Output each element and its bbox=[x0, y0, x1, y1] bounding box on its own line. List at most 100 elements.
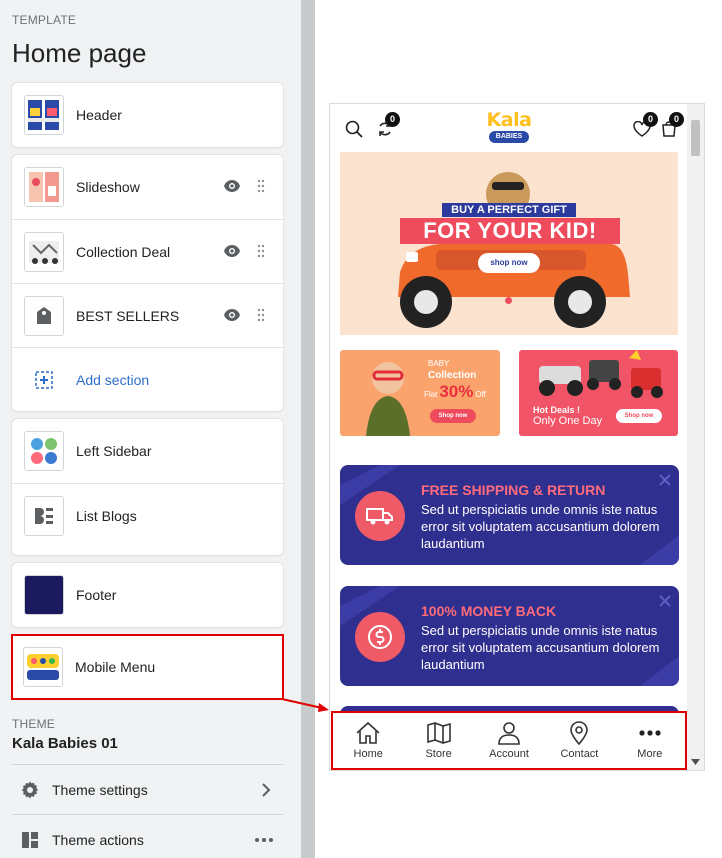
promo-hot-deals[interactable]: Hot Deals ! Only One Day Shop now bbox=[519, 350, 678, 436]
collection-deal-thumbnail bbox=[24, 231, 64, 272]
gear-icon bbox=[21, 781, 39, 798]
blog-icon bbox=[35, 507, 53, 524]
promo-baby-collection[interactable]: BABY Collection Flat 30% Off Shop now bbox=[340, 350, 500, 436]
header-card: Header bbox=[12, 83, 283, 147]
slide-dot[interactable] bbox=[505, 297, 512, 304]
section-header[interactable]: Header bbox=[12, 83, 283, 147]
page-title[interactable]: Home page bbox=[12, 38, 146, 69]
section-label: Collection Deal bbox=[76, 243, 171, 260]
theme-actions-button[interactable]: Theme actions bbox=[12, 814, 283, 858]
store-header: 0 Kala BABIES 0 0 bbox=[330, 104, 688, 152]
mobile-menu-thumbnail bbox=[23, 647, 63, 687]
mobile-bottom-nav: Home Store Account Contact More bbox=[331, 711, 687, 770]
discount-value: 30% bbox=[439, 382, 474, 401]
feature-title: FREE SHIPPING & RETURN bbox=[421, 482, 606, 498]
panel-divider[interactable] bbox=[301, 0, 315, 858]
nav-label: Home bbox=[353, 748, 383, 760]
more-icon bbox=[639, 730, 661, 736]
hero-tagline: BUY A PERFECT GIFT bbox=[442, 203, 576, 217]
drag-handle-icon[interactable] bbox=[257, 179, 265, 193]
promo-shop-button[interactable]: Shop now bbox=[430, 409, 476, 423]
wishlist-count-badge: 0 bbox=[643, 112, 658, 127]
section-collection-deal[interactable]: Collection Deal bbox=[12, 219, 283, 283]
hero-slide[interactable]: BUY A PERFECT GIFT FOR YOUR KID! shop no… bbox=[340, 152, 678, 335]
theme-settings-button[interactable]: Theme settings bbox=[12, 764, 283, 814]
slideshow-thumbnail bbox=[24, 167, 64, 207]
section-left-sidebar[interactable]: Left Sidebar bbox=[12, 419, 283, 483]
cart-count-badge: 0 bbox=[669, 112, 684, 127]
nav-label: Store bbox=[425, 748, 452, 760]
section-mobile-menu[interactable]: Mobile Menu bbox=[13, 636, 282, 698]
section-label: Header bbox=[76, 107, 122, 123]
nav-store[interactable]: Store bbox=[403, 713, 473, 768]
truck-icon bbox=[355, 491, 405, 541]
tag-icon bbox=[37, 306, 51, 324]
section-label: Mobile Menu bbox=[75, 659, 156, 675]
logo-wordmark: Kala bbox=[486, 109, 532, 131]
section-label: Slideshow bbox=[76, 179, 140, 195]
store-logo[interactable]: Kala BABIES bbox=[482, 110, 536, 148]
scroll-down-arrow-icon[interactable] bbox=[691, 759, 700, 765]
section-best-sellers[interactable]: BEST SELLERS bbox=[12, 283, 283, 347]
eye-icon[interactable] bbox=[223, 179, 241, 193]
add-section-icon bbox=[24, 370, 64, 389]
nav-account[interactable]: Account bbox=[474, 713, 544, 768]
template-eyebrow: TEMPLATE bbox=[12, 13, 77, 27]
theme-eyebrow: THEME bbox=[12, 717, 55, 731]
search-icon[interactable] bbox=[345, 120, 363, 138]
drag-handle-icon[interactable] bbox=[257, 244, 265, 258]
user-icon bbox=[498, 722, 520, 745]
section-footer[interactable]: Footer bbox=[12, 563, 283, 627]
feature-money-back: 100% MONEY BACK Sed ut perspiciatis unde… bbox=[340, 586, 679, 686]
nav-more[interactable]: More bbox=[615, 713, 685, 768]
theme-actions-label: Theme actions bbox=[52, 831, 144, 848]
section-label: BEST SELLERS bbox=[76, 307, 180, 324]
scrollbar-thumb[interactable] bbox=[691, 120, 700, 156]
promo-eyebrow: BABY bbox=[428, 359, 450, 368]
discount-prefix: Flat bbox=[424, 390, 438, 399]
eye-icon[interactable] bbox=[223, 244, 241, 258]
hero-shop-button[interactable]: shop now bbox=[478, 253, 540, 273]
section-label: List Blogs bbox=[76, 507, 137, 524]
list-blogs-thumbnail bbox=[24, 495, 64, 536]
more-horizontal-icon[interactable] bbox=[255, 837, 273, 842]
eye-icon[interactable] bbox=[223, 308, 241, 322]
layout-icon bbox=[22, 831, 38, 848]
discount-suffix: Off bbox=[475, 390, 486, 399]
header-thumbnail bbox=[24, 95, 64, 135]
add-section-label: Add section bbox=[76, 371, 150, 388]
sections-card: Slideshow Collection Deal BEST SELLERS A… bbox=[12, 155, 283, 411]
nav-contact[interactable]: Contact bbox=[544, 713, 614, 768]
theme-name: Kala Babies 01 bbox=[12, 735, 118, 752]
drag-handle-icon[interactable] bbox=[257, 308, 265, 322]
nav-label: More bbox=[637, 748, 663, 760]
nav-label: Account bbox=[489, 748, 529, 760]
feature-free-shipping: FREE SHIPPING & RETURN Sed ut perspiciat… bbox=[340, 465, 679, 565]
add-section-button[interactable]: Add section bbox=[12, 347, 283, 411]
section-label: Footer bbox=[76, 587, 117, 603]
feature-description: Sed ut perspiciatis unde omnis iste natu… bbox=[421, 502, 660, 551]
sidebar-blogs-card: Left Sidebar List Blogs bbox=[12, 419, 283, 555]
section-slideshow[interactable]: Slideshow bbox=[12, 155, 283, 219]
footer-thumbnail bbox=[24, 575, 64, 615]
compare-count-badge: 0 bbox=[385, 112, 400, 127]
home-icon bbox=[356, 721, 380, 744]
nav-home[interactable]: Home bbox=[333, 713, 403, 768]
logo-subword: BABIES bbox=[489, 131, 529, 143]
left-sidebar-thumbnail bbox=[24, 431, 64, 471]
feature-description: Sed ut perspiciatis unde omnis iste natu… bbox=[421, 623, 660, 672]
theme-settings-label: Theme settings bbox=[52, 781, 148, 798]
promo-discount: Flat 30% Off bbox=[424, 382, 486, 402]
promo-title: Collection bbox=[428, 370, 477, 381]
map-icon bbox=[426, 722, 451, 744]
section-label: Left Sidebar bbox=[76, 443, 152, 459]
promo-shop-button[interactable]: Shop now bbox=[616, 409, 662, 423]
preview-scrollbar[interactable] bbox=[687, 104, 704, 770]
chevron-right-icon bbox=[262, 782, 271, 797]
mobile-menu-section[interactable]: Mobile Menu bbox=[11, 634, 284, 700]
promo-title: Hot Deals ! bbox=[533, 405, 581, 415]
section-list-blogs[interactable]: List Blogs bbox=[12, 483, 283, 547]
feature-title: 100% MONEY BACK bbox=[421, 603, 557, 619]
best-sellers-thumbnail bbox=[24, 295, 64, 336]
editor-sidebar: TEMPLATE Home page Header Slideshow Coll… bbox=[0, 0, 301, 858]
